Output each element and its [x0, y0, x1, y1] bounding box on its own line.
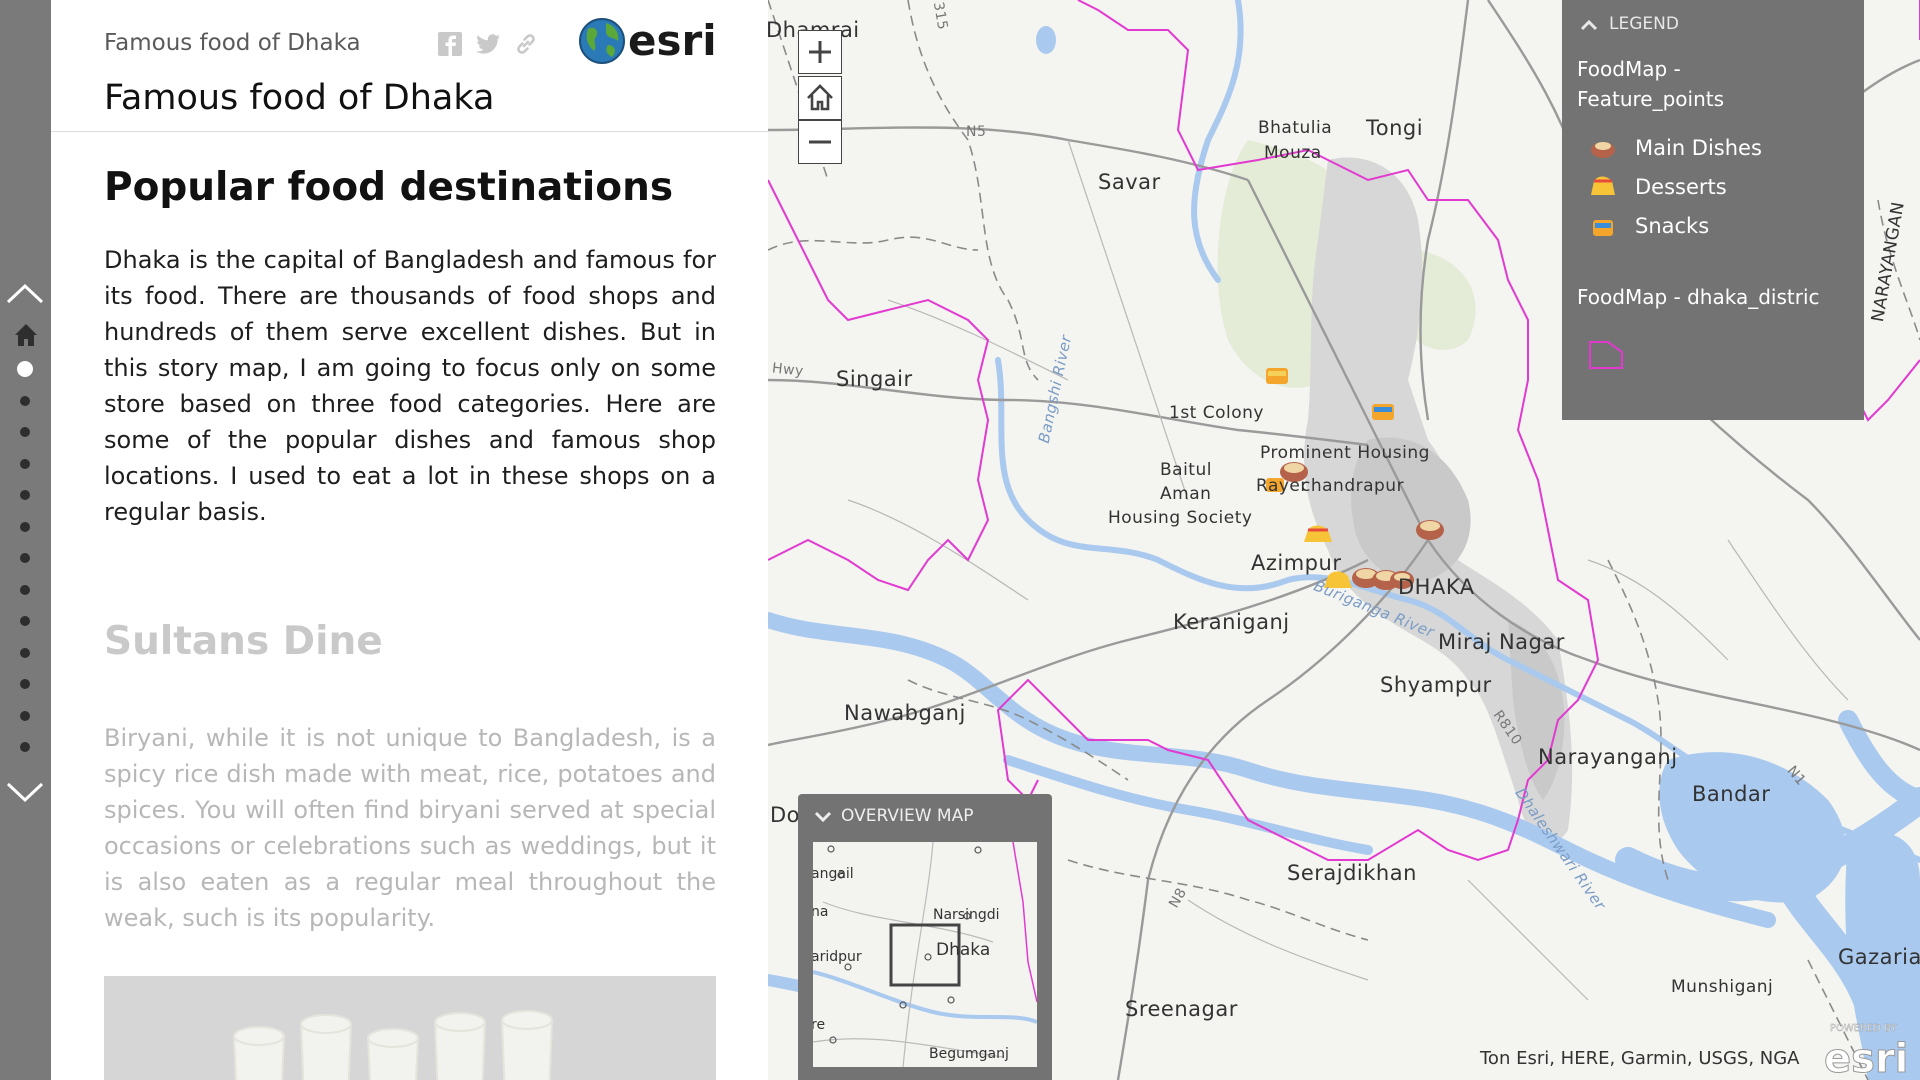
- nav-dot-active[interactable]: [17, 361, 33, 377]
- facebook-share-icon[interactable]: [437, 31, 463, 57]
- overview-map-title: OVERVIEW MAP: [841, 806, 974, 826]
- nav-dot[interactable]: [20, 427, 30, 437]
- overview-place-label: Begumganj: [929, 1046, 1009, 1062]
- nav-dot[interactable]: [20, 585, 30, 595]
- section-intro-text: Dhaka is the capital of Bangladesh and f…: [104, 246, 716, 526]
- nav-dot[interactable]: [20, 648, 30, 658]
- overview-place-label: angail: [813, 866, 854, 882]
- story-subtitle: Famous food of Dhaka: [104, 30, 361, 56]
- place-label: Baitul: [1160, 460, 1212, 480]
- story-title: Famous food of Dhaka: [104, 78, 495, 118]
- legend-item-label: Main Dishes: [1635, 136, 1762, 160]
- place-label: Mouza: [1264, 143, 1322, 163]
- svg-text:esri: esri: [628, 16, 717, 65]
- place-label: Azimpur: [1251, 551, 1342, 575]
- link-share-icon[interactable]: [513, 31, 539, 57]
- section-title: Popular food destinations: [104, 165, 674, 210]
- story-content: Popular food destinations Dhaka is the c…: [104, 160, 716, 1080]
- place-label: Munshiganj: [1671, 977, 1774, 997]
- legend-item-label: Snacks: [1635, 214, 1710, 238]
- overview-place-label: Dhaka: [936, 940, 991, 960]
- nav-dot[interactable]: [20, 522, 30, 532]
- place-label: Bhatulia: [1258, 118, 1333, 138]
- overview-map-toggle[interactable]: OVERVIEW MAP: [813, 806, 973, 826]
- place-label: Sreenagar: [1125, 997, 1238, 1021]
- nav-dot[interactable]: [20, 553, 30, 563]
- overview-place-label: na: [813, 904, 829, 920]
- place-label: Serajdikhan: [1287, 861, 1417, 885]
- zoom-in-button[interactable]: [798, 30, 842, 74]
- road-label: Hwy: [771, 360, 805, 380]
- place-label: Nawabganj: [844, 701, 966, 725]
- district-polygon-icon: [1588, 338, 1624, 370]
- web-map[interactable]: Dhamrai Bhatulia Mouza Tongi Savar Singa…: [768, 0, 1920, 1080]
- nav-dot[interactable]: [20, 711, 30, 721]
- nav-dot[interactable]: [20, 679, 30, 689]
- place-label: Do: [770, 803, 801, 827]
- nav-dot[interactable]: [20, 616, 30, 626]
- place-label: chandrapur: [1301, 476, 1405, 496]
- next-section-title: Sultans Dine: [104, 619, 383, 664]
- overview-map[interactable]: angail na aridpur re Narsingdi Dhaka Beg…: [813, 842, 1037, 1067]
- next-section-text: Biryani, while it is not unique to Bangl…: [104, 724, 716, 932]
- nav-dot[interactable]: [20, 396, 30, 406]
- legend-item-label: Desserts: [1635, 175, 1727, 199]
- next-section-arrow[interactable]: [6, 780, 44, 804]
- legend-panel: LEGEND FoodMap - Feature_points Main Dis…: [1562, 0, 1864, 420]
- previous-section-arrow[interactable]: [6, 282, 44, 306]
- biryani-photo: [104, 976, 716, 1080]
- legend-toggle[interactable]: LEGEND: [1579, 14, 1679, 34]
- overview-place-label: re: [813, 1017, 826, 1033]
- place-label: Prominent Housing: [1260, 443, 1430, 463]
- legend-layer-title-line1: FoodMap -: [1577, 57, 1681, 81]
- esri-logo[interactable]: esri: [578, 15, 718, 67]
- powered-by-esri-logo[interactable]: POWERED BY esri: [1820, 1018, 1914, 1080]
- place-label: Gazaria: [1838, 945, 1920, 969]
- overview-place-label: aridpur: [813, 949, 862, 965]
- place-label: Housing Society: [1108, 508, 1253, 528]
- place-label: Miraj Nagar: [1438, 630, 1565, 654]
- story-map-app: Famous food of Dhaka Famous food of Dhak…: [0, 0, 1920, 1080]
- home-section-icon[interactable]: [13, 322, 39, 348]
- overview-place-label: Narsingdi: [933, 907, 1000, 923]
- panel-header: Famous food of Dhaka Famous food of Dhak…: [51, 0, 768, 132]
- main-dishes-icon: [1591, 142, 1615, 158]
- zoom-out-button[interactable]: [798, 120, 842, 164]
- desserts-icon: [1591, 176, 1615, 195]
- chevron-up-icon: [1579, 17, 1599, 31]
- place-label: Keraniganj: [1173, 610, 1290, 634]
- place-label: DHAKA: [1398, 575, 1475, 599]
- home-extent-button[interactable]: [798, 76, 842, 120]
- road-label: N5: [966, 124, 987, 140]
- place-label: Bandar: [1692, 782, 1771, 806]
- place-label: Shyampur: [1380, 673, 1492, 697]
- nav-dot[interactable]: [20, 742, 30, 752]
- nav-dot[interactable]: [20, 459, 30, 469]
- legend-layer-title-line2: Feature_points: [1577, 87, 1725, 111]
- legend-title: LEGEND: [1609, 14, 1679, 34]
- place-label: Tongi: [1366, 116, 1424, 140]
- place-label: 1st Colony: [1169, 403, 1264, 423]
- nav-dot[interactable]: [20, 490, 30, 500]
- map-attribution[interactable]: Ton Esri, HERE, Garmin, USGS, NGA: [1480, 1048, 1800, 1069]
- place-label: Singair: [836, 367, 913, 391]
- chevron-down-icon: [813, 809, 833, 823]
- svg-text:POWERED BY: POWERED BY: [1830, 1023, 1898, 1034]
- overview-map-panel: OVERVIEW MAP angail na aridpur re Narsin…: [798, 794, 1052, 1080]
- place-label: Narayanganj: [1538, 745, 1678, 769]
- legend-layer-title: FoodMap - dhaka_distric: [1577, 285, 1820, 309]
- section-navigation: [0, 0, 51, 1080]
- place-label: Savar: [1098, 170, 1161, 194]
- story-side-panel: Famous food of Dhaka Famous food of Dhak…: [51, 0, 768, 1080]
- snacks-icon: [1593, 220, 1613, 236]
- twitter-share-icon[interactable]: [475, 31, 501, 57]
- svg-text:esri: esri: [1824, 1036, 1908, 1078]
- place-label: Aman: [1160, 484, 1212, 504]
